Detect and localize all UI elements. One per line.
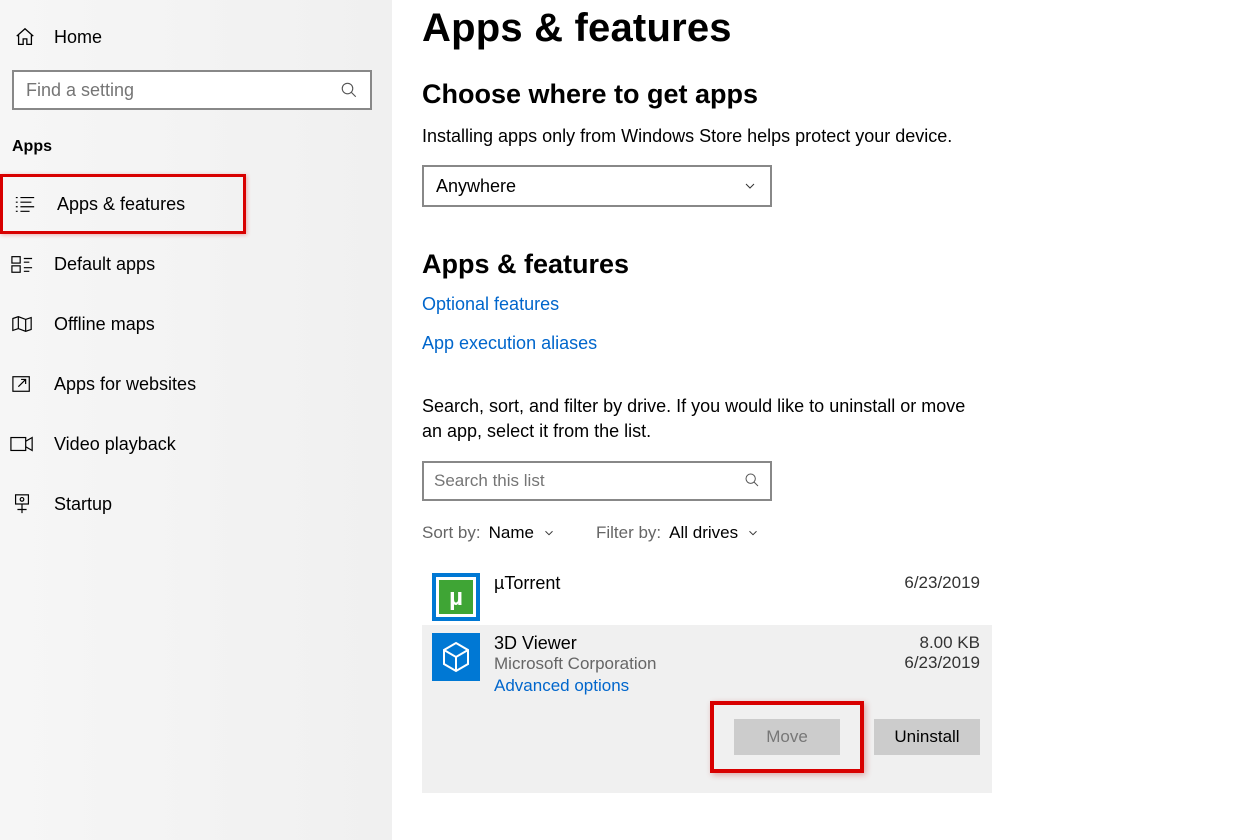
sidebar-search-wrap xyxy=(0,60,392,130)
svg-text:µ: µ xyxy=(449,584,463,611)
choose-apps-desc: Installing apps only from Windows Store … xyxy=(422,124,982,149)
nav-offline-maps[interactable]: Offline maps xyxy=(0,294,392,354)
app-icon-utorrent: µ xyxy=(432,573,480,621)
nav-startup[interactable]: Startup xyxy=(0,474,392,534)
app-date: 6/23/2019 xyxy=(904,653,980,673)
filter-desc: Search, sort, and filter by drive. If yo… xyxy=(422,394,982,444)
nav-default-apps[interactable]: Default apps xyxy=(0,234,392,294)
nav-video-playback[interactable]: Video playback xyxy=(0,414,392,474)
page-title: Apps & features xyxy=(422,6,1235,51)
map-icon xyxy=(10,314,34,334)
app-name: 3D Viewer xyxy=(494,633,657,654)
defaults-icon xyxy=(10,254,34,274)
nav-item-label: Video playback xyxy=(54,434,176,455)
nav-item-label: Apps & features xyxy=(57,194,185,215)
uninstall-button[interactable]: Uninstall xyxy=(874,719,980,755)
app-date: 6/23/2019 xyxy=(904,573,980,593)
search-icon xyxy=(744,472,760,488)
chevron-down-icon xyxy=(746,526,760,540)
filter-label: Filter by: xyxy=(596,523,661,543)
nav-apps-features[interactable]: Apps & features xyxy=(0,174,246,234)
sidebar-section-label: Apps xyxy=(0,130,392,174)
video-icon xyxy=(10,435,34,453)
link-app-aliases[interactable]: App execution aliases xyxy=(422,333,597,354)
nav-item-label: Startup xyxy=(54,494,112,515)
nav-home-label: Home xyxy=(54,27,102,48)
chevron-down-icon xyxy=(542,526,556,540)
sidebar: Home Apps Apps & features Default apps O… xyxy=(0,0,392,840)
app-source-select[interactable]: Anywhere xyxy=(422,165,772,207)
open-external-icon xyxy=(10,374,34,394)
nav-apps-websites[interactable]: Apps for websites xyxy=(0,354,392,414)
sort-by[interactable]: Sort by: Name xyxy=(422,523,556,543)
nav-item-label: Offline maps xyxy=(54,314,155,335)
app-icon-3dviewer xyxy=(432,633,480,681)
filter-by[interactable]: Filter by: All drives xyxy=(596,523,760,543)
app-list-search[interactable] xyxy=(422,461,772,501)
home-icon xyxy=(14,26,36,48)
sort-filter-row: Sort by: Name Filter by: All drives xyxy=(422,523,1235,543)
list-icon xyxy=(13,194,37,214)
filter-value: All drives xyxy=(669,523,738,543)
main-content: Apps & features Choose where to get apps… xyxy=(392,0,1253,840)
app-row-3dviewer[interactable]: 3D Viewer Microsoft Corporation Advanced… xyxy=(422,625,992,793)
choose-apps-heading: Choose where to get apps xyxy=(422,79,1235,110)
chevron-down-icon xyxy=(742,178,758,194)
sidebar-search-input[interactable] xyxy=(26,80,330,101)
app-name: µTorrent xyxy=(494,573,560,594)
startup-icon xyxy=(10,493,34,515)
sort-label: Sort by: xyxy=(422,523,481,543)
link-optional-features[interactable]: Optional features xyxy=(422,294,559,315)
app-publisher: Microsoft Corporation xyxy=(494,654,657,674)
nav-item-label: Default apps xyxy=(54,254,155,275)
app-list-search-input[interactable] xyxy=(434,471,730,491)
sidebar-search[interactable] xyxy=(12,70,372,110)
app-row-utorrent[interactable]: µ µTorrent 6/23/2019 xyxy=(422,565,992,625)
nav-home[interactable]: Home xyxy=(0,18,392,60)
move-button-highlight: Move xyxy=(710,701,864,773)
app-action-buttons: Move Uninstall xyxy=(710,701,980,773)
app-size: 8.00 KB xyxy=(904,633,980,653)
apps-features-heading: Apps & features xyxy=(422,249,1235,280)
search-icon xyxy=(340,81,358,99)
link-advanced-options[interactable]: Advanced options xyxy=(494,676,657,696)
app-source-value: Anywhere xyxy=(436,176,516,197)
nav-item-label: Apps for websites xyxy=(54,374,196,395)
move-button[interactable]: Move xyxy=(734,719,840,755)
sort-value: Name xyxy=(489,523,534,543)
